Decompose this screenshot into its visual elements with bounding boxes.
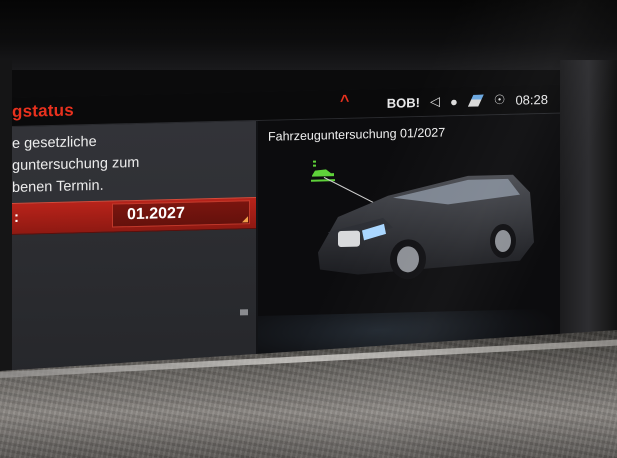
- date-value: 01.2027: [127, 204, 185, 224]
- date-label: :: [14, 208, 19, 226]
- message-line: benen Termin.: [12, 177, 104, 196]
- vehicle-image: [318, 174, 534, 280]
- left-panel: e gesetzliche guntersuchung zum benen Te…: [12, 121, 256, 380]
- left-panel-empty-area: [12, 229, 256, 375]
- speaker-icon: ◁: [429, 93, 440, 109]
- dashboard-bezel-right: [560, 60, 617, 360]
- caret-up-icon[interactable]: ^: [340, 93, 349, 111]
- right-panel: Fahrzeuguntersuchung 01/2027: [258, 113, 560, 374]
- page-title: gstatus: [12, 100, 74, 121]
- scroll-indicator: [240, 309, 248, 316]
- clock: 08:28: [515, 91, 548, 108]
- status-right: BOB! ◁ ● ☉ 08:28: [387, 91, 548, 111]
- edit-corner-icon: [242, 216, 248, 223]
- profile-name[interactable]: BOB!: [387, 95, 420, 111]
- microphone-icon: ●: [449, 93, 458, 109]
- idrive-display: gstatus ^ BOB! ◁ ● ☉ 08:28 e gesetzliche…: [12, 84, 560, 380]
- connectivity-icon: ☉: [493, 91, 506, 108]
- inspection-title: Fahrzeuguntersuchung 01/2027: [268, 125, 446, 144]
- dashboard-bezel-left: [0, 60, 12, 380]
- navigation-icon: [468, 94, 484, 106]
- dashboard-bezel-top: [0, 0, 617, 70]
- date-field[interactable]: 01.2027: [112, 200, 250, 228]
- inspection-message: e gesetzliche guntersuchung zum benen Te…: [12, 127, 252, 199]
